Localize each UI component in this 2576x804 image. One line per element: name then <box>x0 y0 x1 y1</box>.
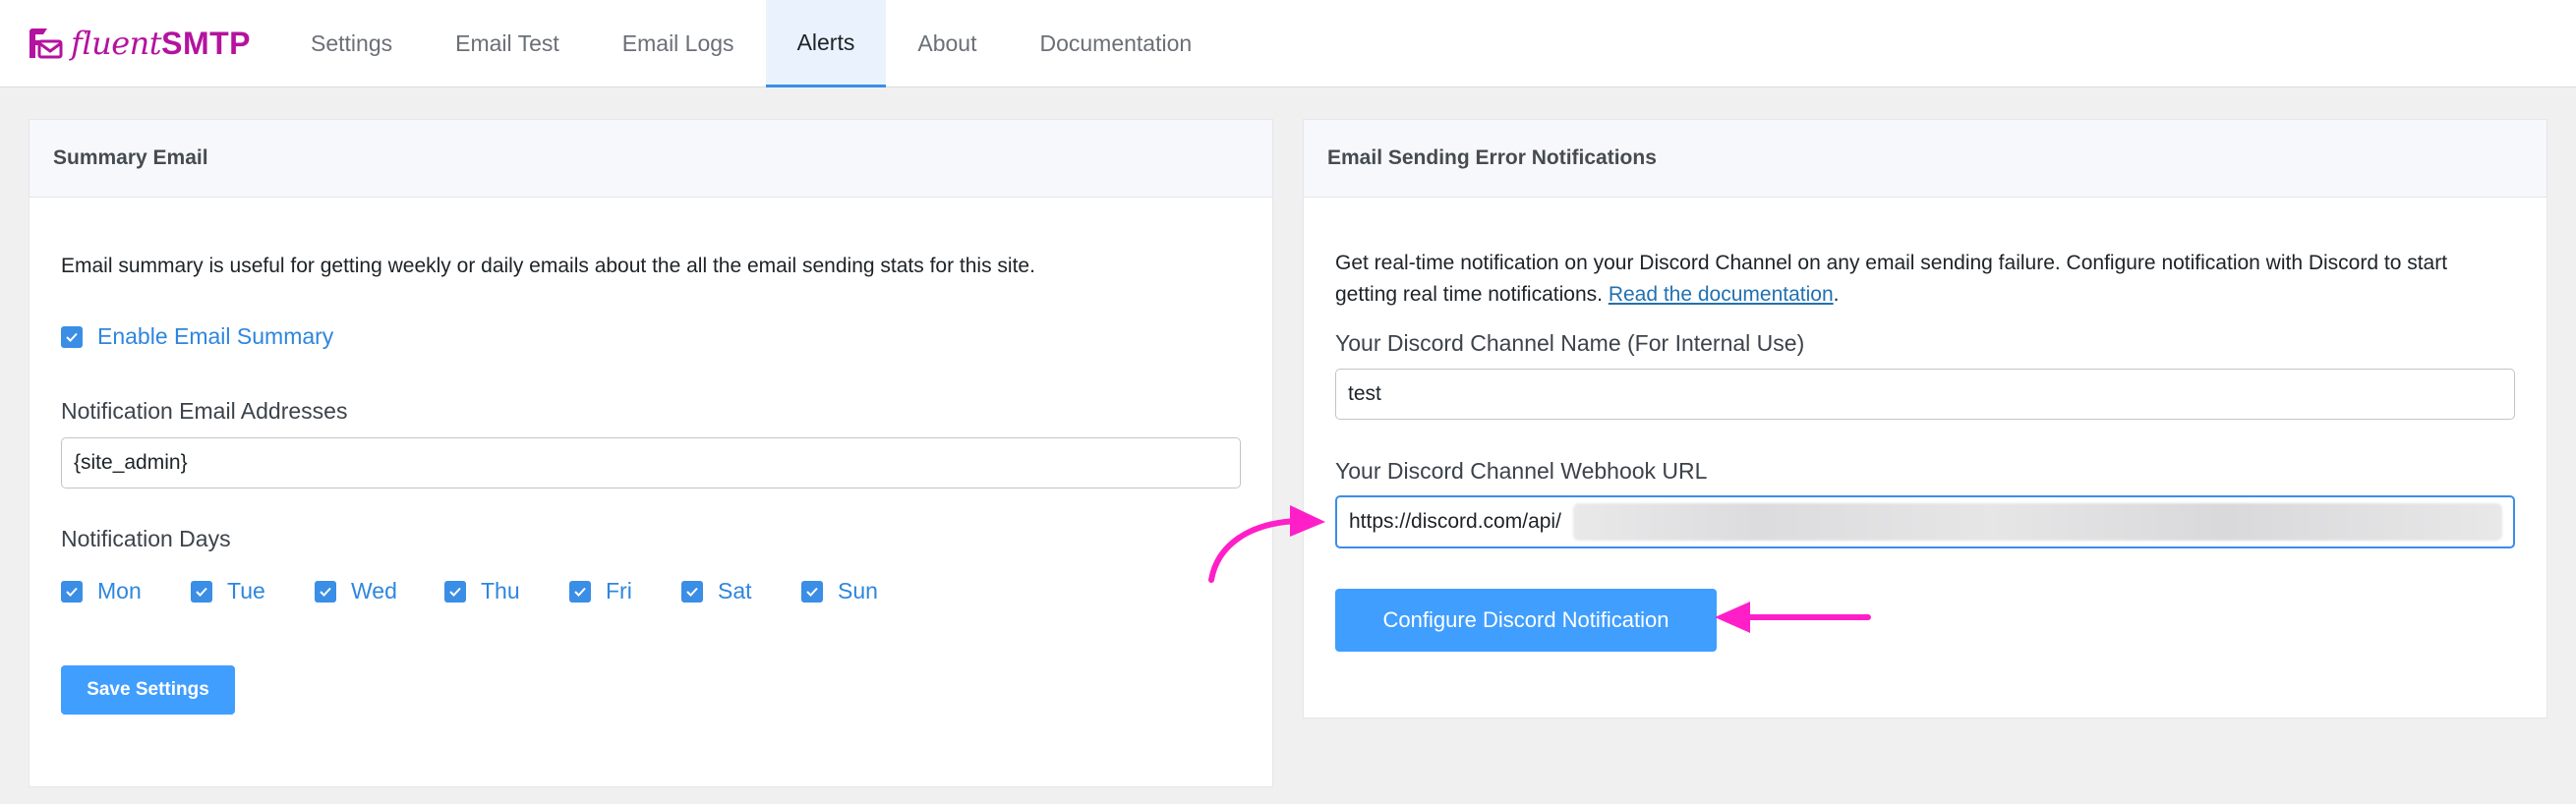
notification-days-label: Notification Days <box>61 526 231 551</box>
webhook-url-value: https://discord.com/api/ <box>1349 510 1561 533</box>
error-notifications-title: Email Sending Error Notifications <box>1304 120 2547 198</box>
tab-settings[interactable]: Settings <box>279 0 424 87</box>
tab-about[interactable]: About <box>886 0 1008 87</box>
brand-name-light: fluent <box>71 25 162 62</box>
discord-channel-name-label: Your Discord Channel Name (For Internal … <box>1335 330 1805 356</box>
description-line-2: getting real time notifications. <box>1335 283 1609 306</box>
read-documentation-link[interactable]: Read the documentation <box>1609 283 1834 306</box>
checkbox-checked-icon <box>315 580 336 603</box>
day-checkbox-tue[interactable]: Tue <box>191 578 315 604</box>
checkbox-checked-icon <box>801 580 823 603</box>
day-label: Sat <box>718 578 752 603</box>
tab-email-logs[interactable]: Email Logs <box>591 0 766 87</box>
enable-email-summary-label: Enable Email Summary <box>97 323 334 349</box>
notification-days-group: Mon Tue Wed Thu Fri Sat Sun <box>61 578 878 604</box>
day-checkbox-mon[interactable]: Mon <box>61 578 191 604</box>
summary-email-title: Summary Email <box>29 120 1272 198</box>
top-navigation-bar: fluentSMTP Settings Email Test Email Log… <box>0 0 2576 87</box>
description-period: . <box>1833 283 1840 306</box>
checkbox-checked-icon <box>191 580 212 603</box>
fluentsmtp-logo[interactable]: fluentSMTP <box>28 22 251 65</box>
discord-webhook-url-input[interactable]: https://discord.com/api/ <box>1335 495 2515 548</box>
discord-channel-name-input[interactable] <box>1335 369 2515 420</box>
notification-emails-label: Notification Email Addresses <box>61 398 348 424</box>
day-label: Thu <box>481 578 520 603</box>
main-nav: Settings Email Test Email Logs Alerts Ab… <box>279 0 1223 87</box>
error-notifications-description: Get real-time notification on your Disco… <box>1335 248 2525 311</box>
checkbox-checked-icon <box>444 580 466 603</box>
day-checkbox-sun[interactable]: Sun <box>801 578 878 604</box>
day-label: Tue <box>227 578 265 603</box>
configure-discord-notification-button[interactable]: Configure Discord Notification <box>1335 589 1717 652</box>
tab-documentation[interactable]: Documentation <box>1008 0 1223 87</box>
summary-description: Email summary is useful for getting week… <box>61 255 1035 277</box>
checkbox-checked-icon <box>61 325 83 348</box>
save-settings-button[interactable]: Save Settings <box>61 665 235 715</box>
day-checkbox-wed[interactable]: Wed <box>315 578 444 604</box>
day-label: Mon <box>97 578 142 603</box>
discord-webhook-url-label: Your Discord Channel Webhook URL <box>1335 458 1708 484</box>
redacted-webhook-blur <box>1573 503 2502 541</box>
brand-name-bold: SMTP <box>161 26 251 61</box>
notification-emails-input[interactable] <box>61 437 1241 488</box>
enable-email-summary-checkbox[interactable]: Enable Email Summary <box>61 323 333 350</box>
arrow-to-configure-button-icon <box>1715 602 1871 633</box>
description-line-1: Get real-time notification on your Disco… <box>1335 252 2448 274</box>
day-label: Fri <box>606 578 632 603</box>
checkbox-checked-icon <box>681 580 703 603</box>
brand-name: fluentSMTP <box>71 25 251 62</box>
tab-alerts[interactable]: Alerts <box>765 0 887 87</box>
tab-email-test[interactable]: Email Test <box>424 0 591 87</box>
day-checkbox-fri[interactable]: Fri <box>569 578 681 604</box>
checkbox-checked-icon <box>61 580 83 603</box>
envelope-logo-icon <box>28 25 63 62</box>
day-label: Sun <box>838 578 878 603</box>
error-notifications-panel: Email Sending Error Notifications Get re… <box>1303 119 2547 718</box>
checkbox-checked-icon <box>569 580 591 603</box>
arrow-to-webhook-icon <box>1208 505 1325 583</box>
day-label: Wed <box>351 578 397 603</box>
day-checkbox-sat[interactable]: Sat <box>681 578 801 604</box>
day-checkbox-thu[interactable]: Thu <box>444 578 569 604</box>
summary-email-panel: Summary Email Email summary is useful fo… <box>29 119 1273 787</box>
